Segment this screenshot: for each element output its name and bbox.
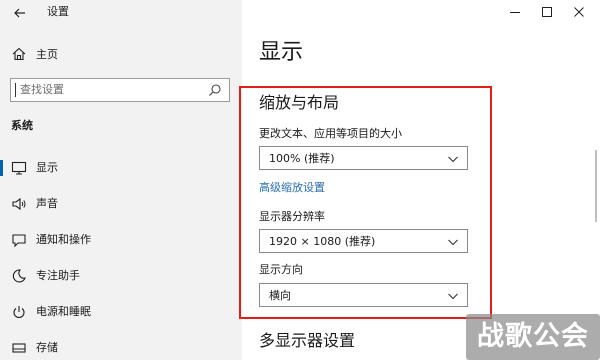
orientation-dropdown[interactable]: 横向 bbox=[259, 283, 468, 307]
scale-dropdown[interactable]: 100% (推荐) bbox=[259, 146, 468, 170]
text-cursor bbox=[15, 83, 16, 97]
sidebar-item-label: 专注助手 bbox=[36, 269, 80, 282]
search-icon[interactable] bbox=[208, 83, 222, 97]
sidebar-item-label: 显示 bbox=[36, 161, 58, 174]
chevron-down-icon bbox=[448, 293, 458, 300]
sidebar-item-focus-assist[interactable]: 专注助手 bbox=[0, 263, 242, 289]
watermark: 战歌公会 bbox=[466, 314, 600, 360]
scale-value: 100% (推荐) bbox=[269, 152, 335, 165]
back-arrow-icon bbox=[14, 8, 25, 18]
scale-label: 更改文本、应用等项目的大小 bbox=[259, 127, 402, 140]
sidebar-item-label: 主页 bbox=[36, 48, 58, 61]
chevron-down-icon bbox=[448, 239, 458, 246]
resolution-dropdown[interactable]: 1920 × 1080 (推荐) bbox=[259, 229, 468, 253]
power-icon bbox=[13, 306, 25, 319]
home-icon bbox=[12, 47, 26, 61]
sidebar-item-power-sleep[interactable]: 电源和睡眠 bbox=[0, 299, 242, 325]
sidebar-item-label: 电源和睡眠 bbox=[36, 305, 91, 318]
sidebar-item-sound[interactable]: 声音 bbox=[0, 191, 242, 217]
monitor-icon bbox=[11, 161, 27, 175]
speaker-icon bbox=[12, 197, 26, 211]
orientation-value: 横向 bbox=[269, 289, 291, 302]
sidebar-item-label: 声音 bbox=[36, 197, 58, 210]
search-input[interactable]: 查找设置 bbox=[10, 78, 230, 102]
sidebar-item-label: 通知和操作 bbox=[36, 233, 91, 246]
sidebar-item-notifications[interactable]: 通知和操作 bbox=[0, 227, 242, 253]
main-panel: 显示 缩放与布局 更改文本、应用等项目的大小 100% (推荐) 高级缩放设置 … bbox=[239, 0, 600, 360]
sidebar-item-label: 存储 bbox=[36, 341, 58, 354]
sidebar-item-storage[interactable]: 存储 bbox=[0, 335, 242, 360]
orientation-label: 显示方向 bbox=[259, 263, 303, 276]
advanced-scaling-link[interactable]: 高级缩放设置 bbox=[259, 180, 325, 195]
message-icon bbox=[12, 234, 26, 248]
resolution-value: 1920 × 1080 (推荐) bbox=[269, 235, 376, 248]
scrollbar[interactable] bbox=[595, 150, 597, 222]
storage-icon bbox=[12, 343, 26, 353]
selected-indicator bbox=[0, 160, 3, 176]
sidebar-item-display[interactable]: 显示 bbox=[0, 155, 242, 181]
page-title: 显示 bbox=[259, 40, 304, 65]
app-title: 设置 bbox=[47, 5, 69, 18]
maximize-icon[interactable] bbox=[539, 4, 555, 20]
search-placeholder: 查找设置 bbox=[20, 83, 64, 96]
sidebar-item-home[interactable]: 主页 bbox=[0, 44, 242, 66]
scale-layout-heading: 缩放与布局 bbox=[259, 93, 340, 112]
section-label: 系统 bbox=[11, 119, 33, 132]
sidebar: 设置 主页 查找设置 系统 显示 声音 通知和操作 专注助手 电源和睡眠 存储 bbox=[0, 0, 242, 360]
resolution-label: 显示器分辨率 bbox=[259, 210, 325, 223]
moon-icon bbox=[12, 269, 26, 283]
close-icon[interactable] bbox=[571, 4, 587, 20]
minimize-icon[interactable] bbox=[507, 4, 523, 20]
back-button[interactable] bbox=[10, 3, 30, 23]
chevron-down-icon bbox=[448, 156, 458, 163]
multi-display-heading: 多显示器设置 bbox=[259, 331, 356, 350]
